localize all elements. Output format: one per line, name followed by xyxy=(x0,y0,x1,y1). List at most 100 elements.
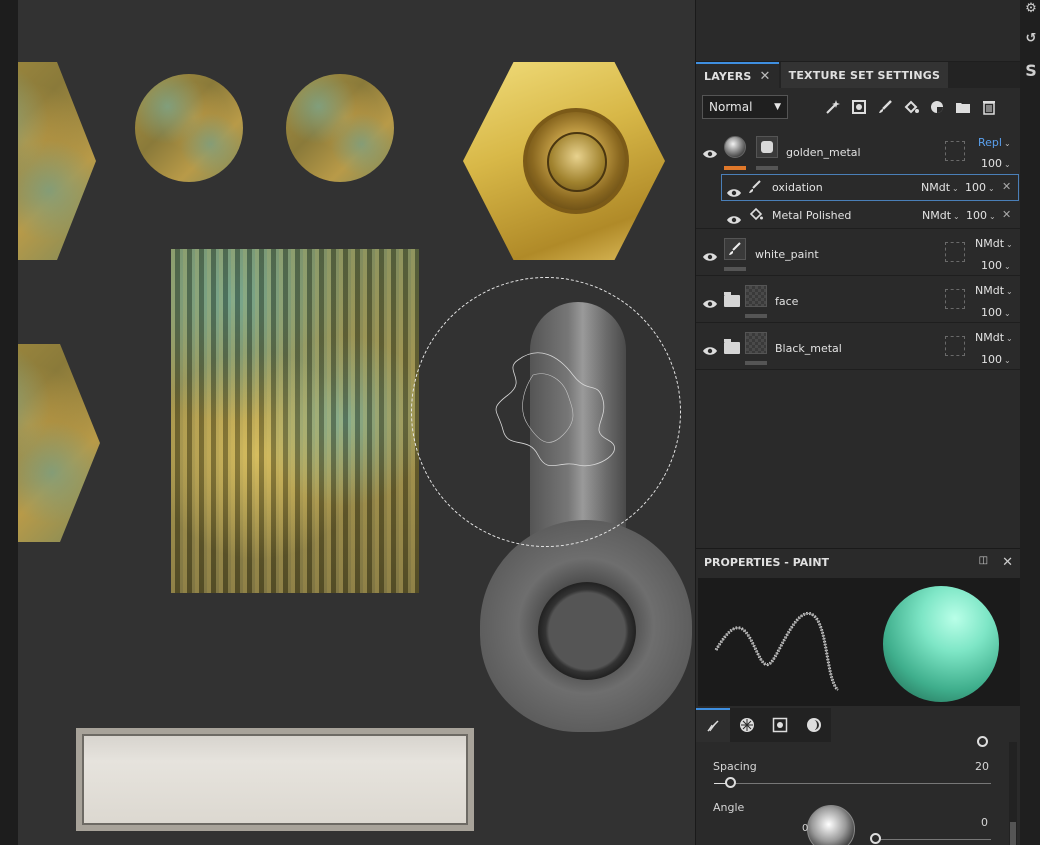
add-paint-layer-icon[interactable] xyxy=(876,98,894,116)
layer-mask-thumb[interactable] xyxy=(756,136,778,158)
layer-link-box[interactable] xyxy=(945,336,965,356)
effect-blend-mode[interactable]: NMdt ⌄ xyxy=(922,209,960,222)
folder-icon[interactable] xyxy=(724,292,740,307)
uv-disc-left xyxy=(135,74,243,182)
effect-name: oxidation xyxy=(772,181,823,194)
uv-white-paint-tile xyxy=(76,728,474,831)
tab-texture-set-label: TEXTURE SET SETTINGS xyxy=(788,68,941,82)
chevron-down-icon: ▼ xyxy=(774,102,781,112)
tab-layers-label: LAYERS xyxy=(704,69,752,83)
layer-name[interactable]: Black_metal xyxy=(775,342,842,355)
layer-thumb-material-sphere xyxy=(724,136,746,158)
blend-mode-select[interactable]: Normal ▼ xyxy=(702,95,788,119)
layer-opacity[interactable]: 100 ⌄ xyxy=(981,306,1011,319)
layer-opacity[interactable]: 100 ⌄ xyxy=(981,259,1011,272)
folder-icon[interactable] xyxy=(724,339,740,354)
spacing-label: Spacing xyxy=(713,760,757,773)
layers-toolbar: Normal ▼ xyxy=(696,90,1021,124)
layer-row-face[interactable]: face NMdt ⌄ 100 ⌄ xyxy=(696,276,1021,323)
hidden-slider-knob[interactable] xyxy=(977,736,988,747)
layers-tabbar: LAYERS ✕ TEXTURE SET SETTINGS xyxy=(696,62,1021,88)
left-toolbar-strip xyxy=(0,0,18,845)
uv-thread-strip xyxy=(171,249,419,593)
close-icon[interactable]: ✕ xyxy=(1002,555,1013,570)
layer-blend-mode[interactable]: NMdt ⌄ xyxy=(975,237,1013,250)
chevron-down-icon: ⌄ xyxy=(1004,262,1011,271)
add-fill-layer-icon[interactable] xyxy=(902,98,920,116)
app-root: LAYERS ✕ TEXTURE SET SETTINGS Normal ▼ g… xyxy=(0,0,1040,845)
chevron-down-icon: ⌄ xyxy=(1006,287,1013,296)
eye-icon[interactable] xyxy=(726,183,742,197)
brush-preview-area xyxy=(698,578,1021,706)
properties-scrollbar[interactable] xyxy=(1009,742,1017,845)
eye-icon[interactable] xyxy=(702,341,718,355)
effect-row-metal-polished[interactable]: Metal Polished NMdt ⌄ 100 ⌄ ✕ xyxy=(696,201,1021,229)
layer-blend-mode[interactable]: NMdt ⌄ xyxy=(975,331,1013,344)
scrollbar-thumb[interactable] xyxy=(1010,822,1016,845)
layer-blend-mode[interactable]: Repl ⌄ xyxy=(978,136,1011,149)
close-icon[interactable]: ✕ xyxy=(760,69,771,84)
layer-name[interactable]: face xyxy=(775,295,798,308)
remove-effect-icon[interactable]: ✕ xyxy=(1002,208,1011,221)
panel-top-area xyxy=(696,0,1021,62)
effect-row-oxidation[interactable]: oxidation NMdt ⌄ 100 ⌄ ✕ xyxy=(721,174,1019,201)
chevron-down-icon: ⌄ xyxy=(1006,334,1013,343)
alpha-tab-icon[interactable] xyxy=(730,708,764,742)
layer-row-golden-metal[interactable]: golden_metal Repl ⌄ 100 ⌄ xyxy=(696,124,1021,174)
layer-link-box[interactable] xyxy=(945,141,965,161)
shelf-icon[interactable]: S xyxy=(1023,61,1039,80)
layer-link-box[interactable] xyxy=(945,242,965,262)
tab-layers[interactable]: LAYERS ✕ xyxy=(696,62,779,88)
layer-blend-mode[interactable]: NMdt ⌄ xyxy=(975,284,1013,297)
history-icon[interactable]: ↺ xyxy=(1023,30,1039,46)
uv-hex-gold-nut xyxy=(463,62,665,260)
chevron-down-icon: ⌄ xyxy=(1004,160,1011,169)
properties-header: PROPERTIES - PAINT ◫ ✕ xyxy=(696,548,1021,576)
display-settings-icon[interactable]: ⚙ xyxy=(1023,0,1039,16)
eye-icon[interactable] xyxy=(702,294,718,308)
undock-icon[interactable]: ◫ xyxy=(979,555,988,570)
remove-effect-icon[interactable]: ✕ xyxy=(1002,180,1011,193)
eye-icon[interactable] xyxy=(702,144,718,158)
angle-dial[interactable] xyxy=(807,805,855,845)
brush-settings: Spacing 20 Angle 0 0 xyxy=(696,736,1006,845)
effect-opacity[interactable]: 100 ⌄ xyxy=(966,209,996,222)
uv-hex-oxidized-bottom-left xyxy=(18,344,100,542)
stroke-preview-icon xyxy=(714,611,840,692)
add-effect-icon[interactable] xyxy=(824,98,842,116)
brush-cursor-circle xyxy=(411,277,681,547)
add-mask-icon[interactable] xyxy=(850,98,868,116)
smart-material-icon[interactable] xyxy=(928,98,946,116)
layer-link-box[interactable] xyxy=(945,289,965,309)
effect-blend-mode[interactable]: NMdt ⌄ xyxy=(921,181,959,194)
eye-icon[interactable] xyxy=(702,247,718,261)
material-tab-icon[interactable] xyxy=(797,708,831,742)
chevron-down-icon: ⌄ xyxy=(988,184,995,193)
add-folder-icon[interactable] xyxy=(954,98,972,116)
brush-tab-icon[interactable] xyxy=(696,708,730,742)
layer-row-black-metal[interactable]: Black_metal NMdt ⌄ 100 ⌄ xyxy=(696,323,1021,370)
layer-opacity[interactable]: 100 ⌄ xyxy=(981,353,1011,366)
spacing-slider-knob[interactable] xyxy=(725,777,736,788)
delete-layer-icon[interactable] xyxy=(980,98,998,116)
angle-slider-knob[interactable] xyxy=(870,833,881,844)
spacing-value[interactable]: 20 xyxy=(975,760,989,773)
layer-color-bar xyxy=(724,166,746,170)
spacing-slider-track[interactable] xyxy=(714,783,991,784)
layer-name[interactable]: white_paint xyxy=(755,248,819,261)
eye-icon[interactable] xyxy=(726,210,742,224)
angle-slider-track[interactable] xyxy=(874,839,991,840)
layer-opacity[interactable]: 100 ⌄ xyxy=(981,157,1011,170)
texture-viewport[interactable] xyxy=(18,0,695,845)
tab-texture-set-settings[interactable]: TEXTURE SET SETTINGS xyxy=(780,62,949,88)
effect-opacity[interactable]: 100 ⌄ xyxy=(965,181,995,194)
uv-hex-oxidized-top-left xyxy=(18,62,96,260)
chevron-down-icon: ⌄ xyxy=(953,212,960,221)
chevron-down-icon: ⌄ xyxy=(1003,139,1011,148)
layer-color-bar xyxy=(724,267,746,271)
stencil-tab-icon[interactable] xyxy=(764,708,798,742)
properties-title: PROPERTIES - PAINT xyxy=(704,556,830,569)
angle-value[interactable]: 0 xyxy=(981,816,988,829)
layer-name[interactable]: golden_metal xyxy=(786,146,861,159)
layer-row-white-paint[interactable]: white_paint NMdt ⌄ 100 ⌄ xyxy=(696,229,1021,276)
